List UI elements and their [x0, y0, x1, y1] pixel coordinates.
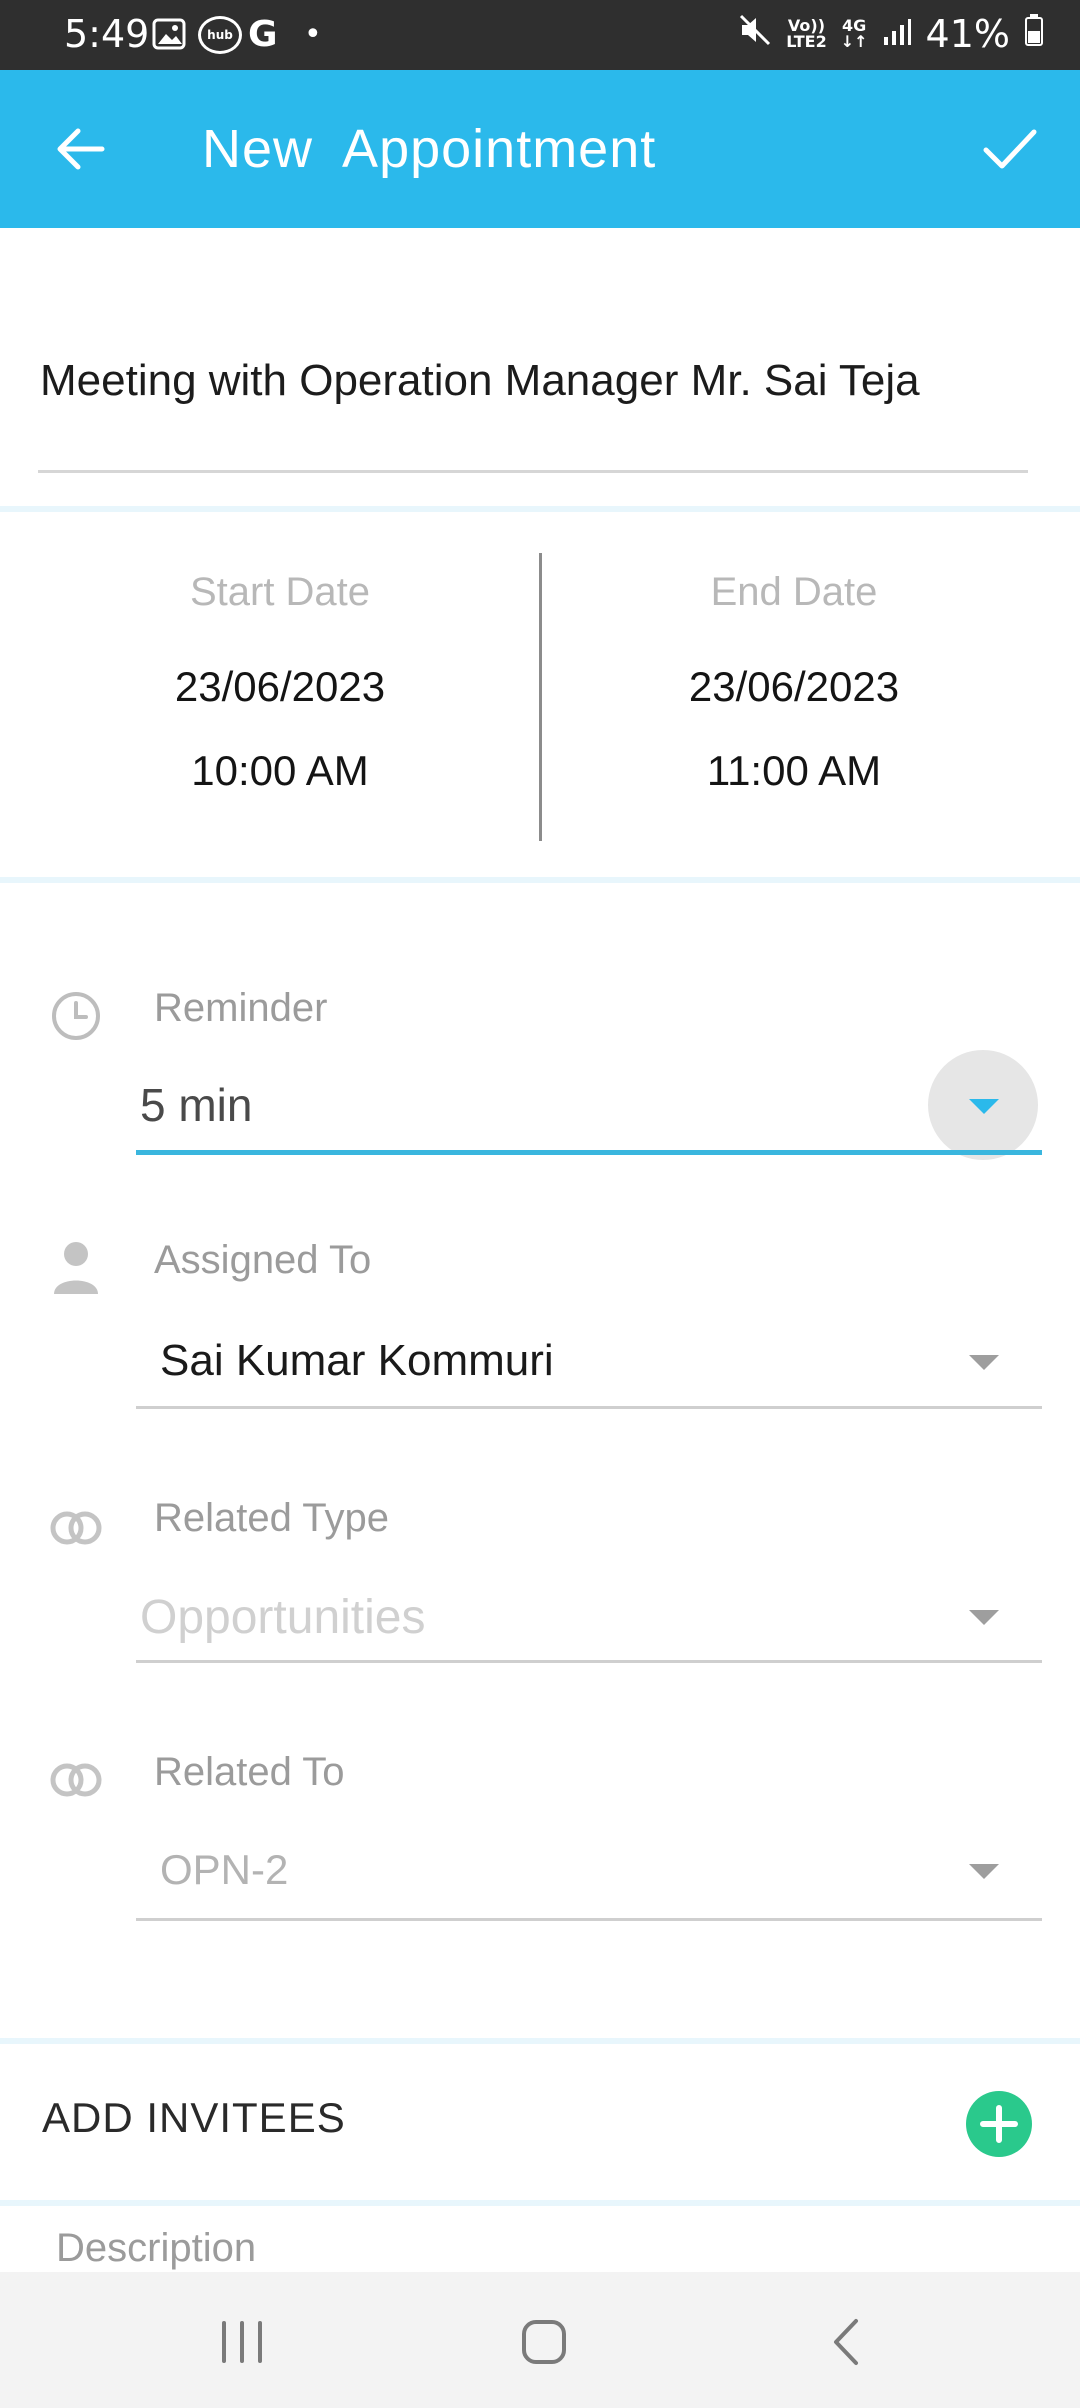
- notification-dot: •: [304, 16, 322, 52]
- chevron-down-icon: [969, 1355, 999, 1370]
- gallery-icon: [152, 16, 186, 52]
- battery-icon: [1024, 12, 1044, 56]
- reminder-label: Reminder: [154, 986, 328, 1030]
- start-time-value[interactable]: 10:00 AM: [20, 747, 540, 795]
- status-right: Vo)) LTE2 4G ↓↑ 41%: [738, 12, 1044, 56]
- home-button[interactable]: [484, 2302, 604, 2382]
- status-bar: 5:49 hub G • Vo)) LTE2 4G ↓↑ 41%: [0, 0, 1080, 70]
- related-to-underline: [136, 1918, 1042, 1921]
- check-icon: [983, 129, 1037, 169]
- section-divider: [0, 2038, 1080, 2044]
- section-divider: [0, 877, 1080, 883]
- volte-bottom: LTE2: [786, 32, 827, 51]
- start-date-label: Start Date: [189, 570, 371, 614]
- related-type-underline: [136, 1660, 1042, 1663]
- status-time: 5:49: [64, 12, 150, 56]
- save-button[interactable]: [970, 110, 1050, 190]
- mute-icon: [738, 12, 772, 56]
- clock-icon: [46, 986, 106, 1046]
- related-type-label: Related Type: [154, 1496, 389, 1540]
- chevron-left-icon: [834, 2319, 858, 2365]
- recents-icon: [222, 2321, 262, 2363]
- chevron-down-icon: [969, 1099, 999, 1114]
- subject-input[interactable]: Meeting with Operation Manager Mr. Sai T…: [40, 356, 1020, 406]
- hub-icon: hub: [198, 16, 242, 54]
- link-icon: [46, 1750, 106, 1810]
- related-to-label: Related To: [154, 1750, 345, 1794]
- system-back-button[interactable]: [786, 2302, 906, 2382]
- network-indicator: 4G ↓↑: [841, 18, 868, 50]
- page-title: New Appointment: [202, 119, 657, 179]
- back-button[interactable]: [40, 114, 120, 184]
- data-arrows: ↓↑: [840, 32, 868, 51]
- end-time-value[interactable]: 11:00 AM: [534, 747, 1054, 795]
- subject-underline: [38, 470, 1028, 473]
- section-divider: [0, 2200, 1080, 2206]
- plus-icon: [980, 2105, 1018, 2143]
- assigned-to-underline: [136, 1406, 1042, 1409]
- related-to-select[interactable]: OPN-2: [160, 1846, 288, 1894]
- hub-text: hub: [207, 28, 233, 42]
- person-icon: [46, 1238, 106, 1298]
- add-invitee-button[interactable]: [966, 2091, 1032, 2157]
- reminder-select[interactable]: 5 min: [140, 1078, 252, 1132]
- assigned-to-label: Assigned To: [154, 1238, 372, 1282]
- app-bar: New Appointment: [0, 70, 1080, 228]
- add-invitees-label: ADD INVITEES: [42, 2094, 346, 2141]
- system-nav-bar: [0, 2272, 1080, 2408]
- section-divider: [0, 506, 1080, 512]
- end-date-label: End Date: [710, 570, 878, 614]
- recent-apps-button[interactable]: [182, 2302, 302, 2382]
- end-date-picker[interactable]: End Date 23/06/2023 11:00 AM: [534, 570, 1054, 795]
- google-text: G: [248, 13, 278, 55]
- assigned-to-select[interactable]: Sai Kumar Kommuri: [160, 1336, 554, 1386]
- battery-level: 41%: [925, 12, 1010, 56]
- google-icon: G: [248, 13, 278, 55]
- start-date-picker[interactable]: Start Date 23/06/2023 10:00 AM: [20, 570, 540, 795]
- chevron-down-icon: [969, 1864, 999, 1879]
- volte-indicator: Vo)) LTE2: [786, 18, 827, 50]
- description-label[interactable]: Description: [56, 2226, 256, 2271]
- link-icon: [46, 1498, 106, 1558]
- chevron-down-icon: [969, 1610, 999, 1625]
- home-icon: [522, 2320, 566, 2364]
- reminder-underline: [136, 1150, 1042, 1155]
- signal-icon: [882, 12, 912, 56]
- start-date-value[interactable]: 23/06/2023: [20, 663, 540, 711]
- end-date-value[interactable]: 23/06/2023: [534, 663, 1054, 711]
- related-type-select[interactable]: Opportunities: [140, 1590, 426, 1645]
- arrow-left-icon: [57, 128, 105, 170]
